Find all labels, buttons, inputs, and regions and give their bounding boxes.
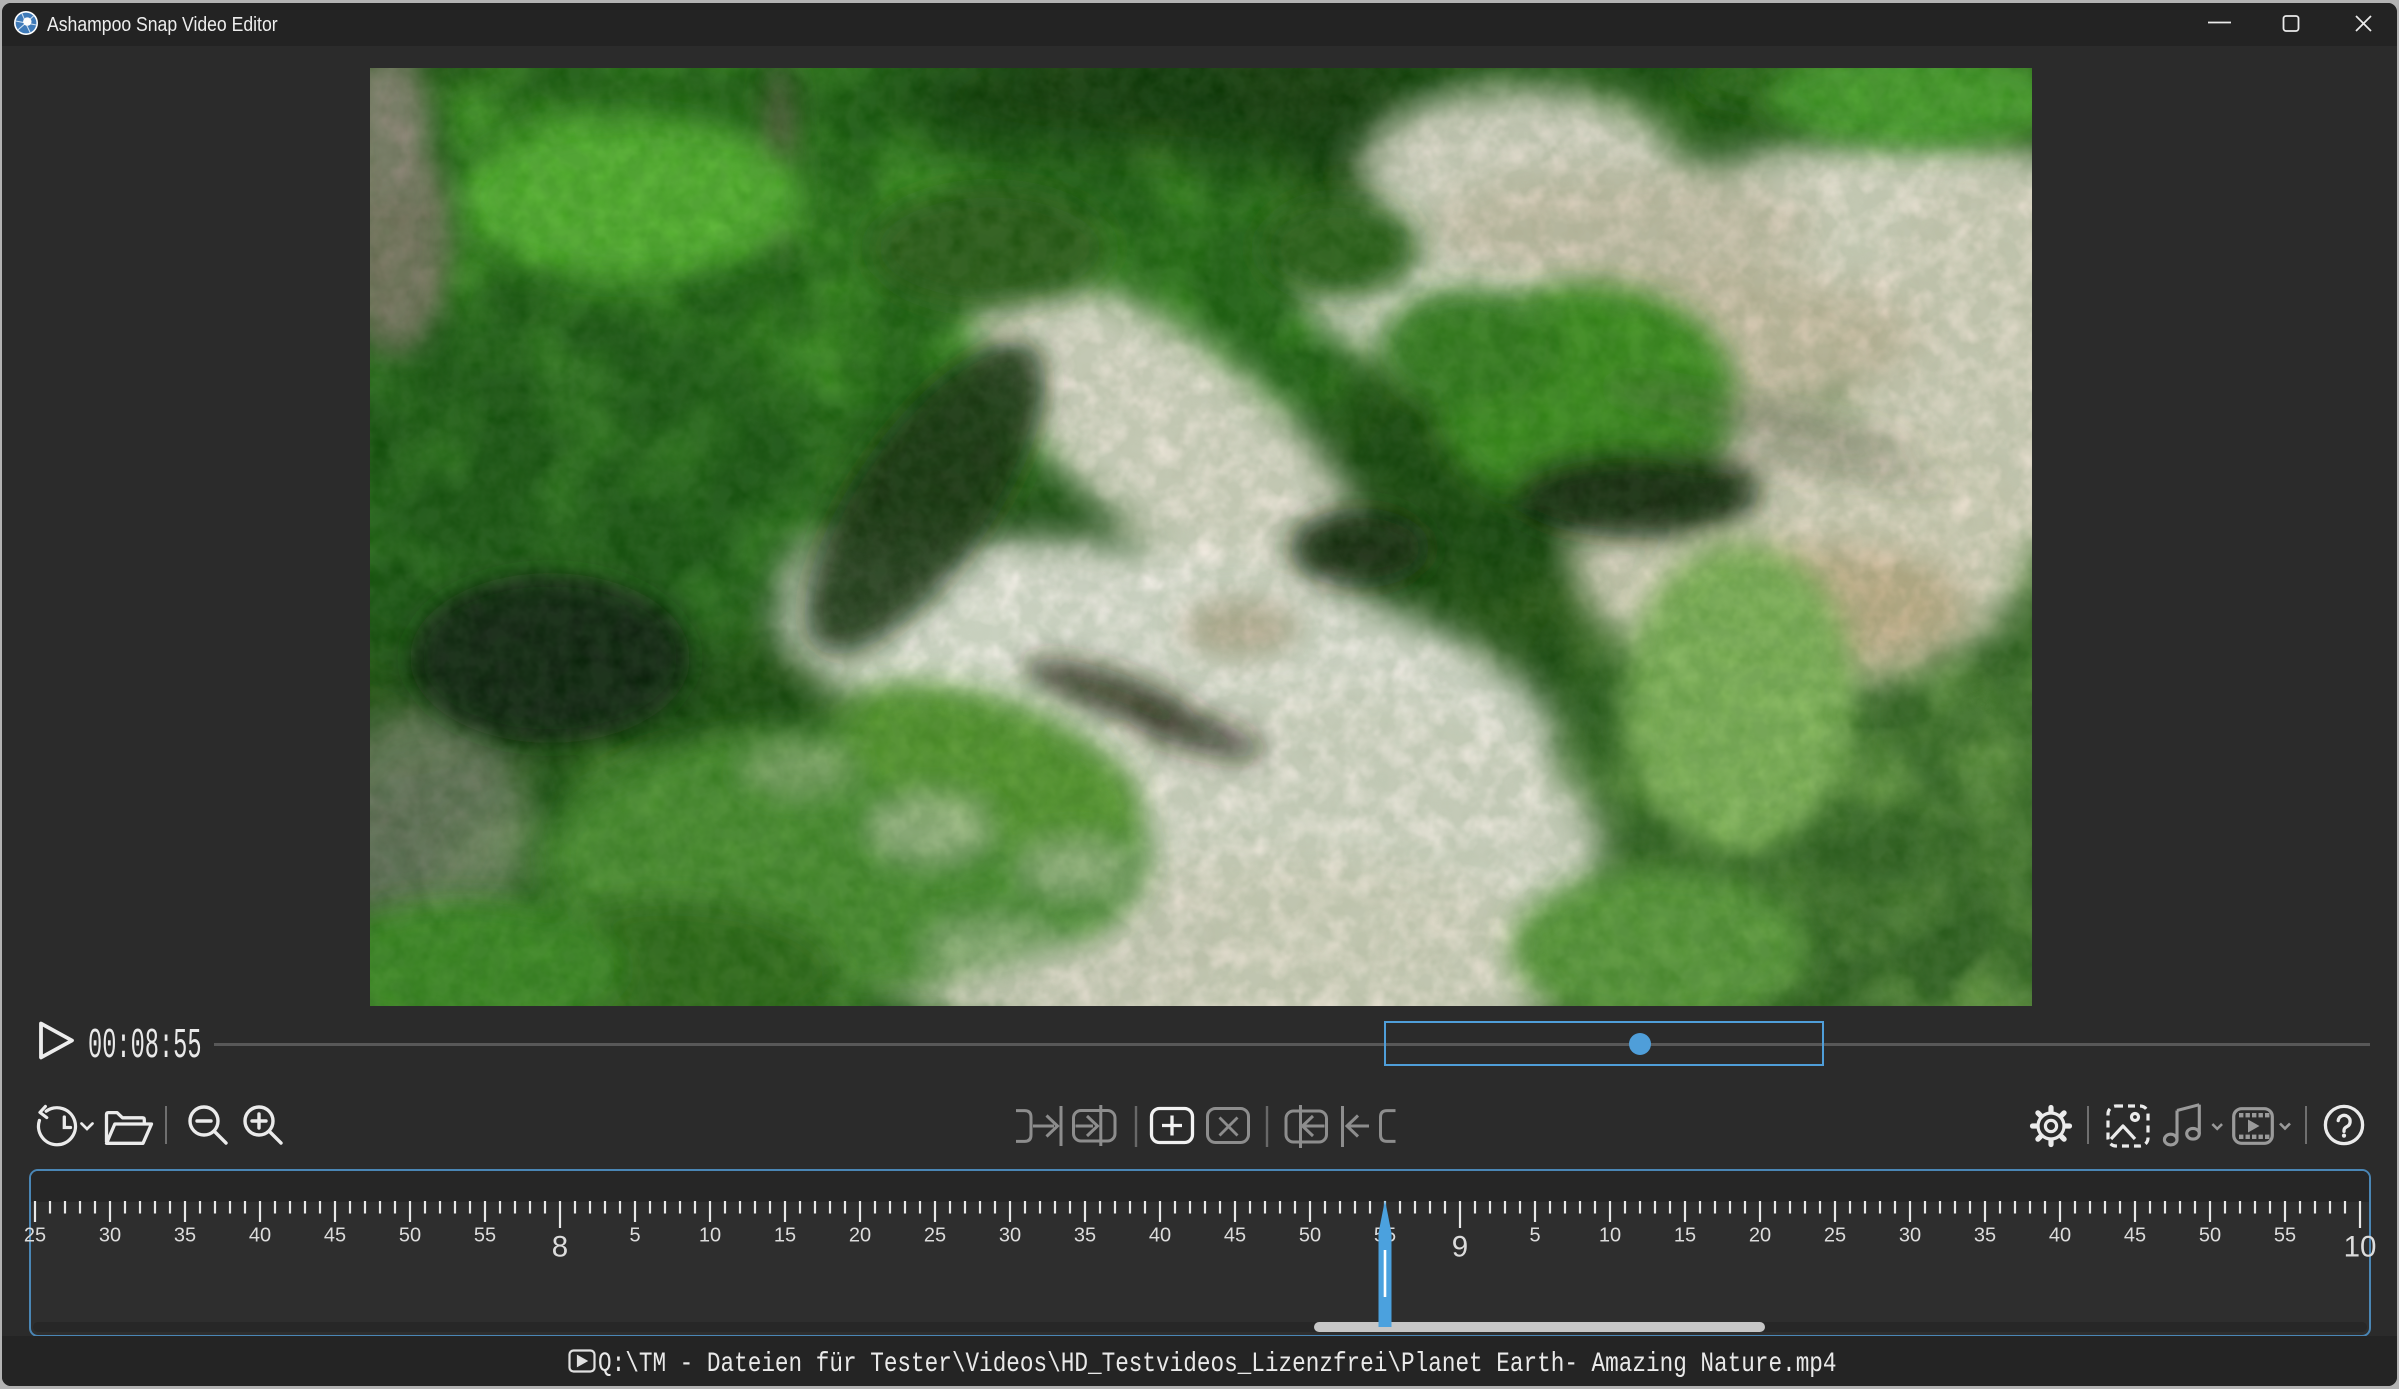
svg-text:25: 25 bbox=[924, 1225, 946, 1247]
svg-text:45: 45 bbox=[1224, 1225, 1246, 1247]
svg-text:35: 35 bbox=[1974, 1225, 1996, 1247]
svg-text:20: 20 bbox=[1749, 1225, 1771, 1247]
svg-text:55: 55 bbox=[2274, 1225, 2296, 1247]
svg-text:50: 50 bbox=[1299, 1225, 1321, 1247]
svg-text:25: 25 bbox=[24, 1225, 46, 1247]
svg-text:20: 20 bbox=[849, 1225, 871, 1247]
svg-text:35: 35 bbox=[174, 1225, 196, 1247]
svg-text:45: 45 bbox=[324, 1225, 346, 1247]
svg-text:9: 9 bbox=[1452, 1231, 1468, 1264]
svg-text:45: 45 bbox=[2124, 1225, 2146, 1247]
svg-text:15: 15 bbox=[1674, 1225, 1696, 1247]
svg-text:30: 30 bbox=[99, 1225, 121, 1247]
svg-text:5: 5 bbox=[1529, 1225, 1540, 1247]
svg-text:35: 35 bbox=[1074, 1225, 1096, 1247]
svg-text:40: 40 bbox=[1149, 1225, 1171, 1247]
svg-text:8: 8 bbox=[552, 1231, 568, 1264]
svg-text:10: 10 bbox=[699, 1225, 721, 1247]
svg-text:55: 55 bbox=[474, 1225, 496, 1247]
svg-text:5: 5 bbox=[629, 1225, 640, 1247]
svg-text:30: 30 bbox=[999, 1225, 1021, 1247]
svg-text:50: 50 bbox=[399, 1225, 421, 1247]
svg-text:15: 15 bbox=[774, 1225, 796, 1247]
svg-text:25: 25 bbox=[1824, 1225, 1846, 1247]
svg-text:10: 10 bbox=[1599, 1225, 1621, 1247]
svg-text:30: 30 bbox=[1899, 1225, 1921, 1247]
svg-text:40: 40 bbox=[2049, 1225, 2071, 1247]
svg-text:10: 10 bbox=[2344, 1231, 2377, 1264]
svg-text:40: 40 bbox=[249, 1225, 271, 1247]
svg-text:50: 50 bbox=[2199, 1225, 2221, 1247]
